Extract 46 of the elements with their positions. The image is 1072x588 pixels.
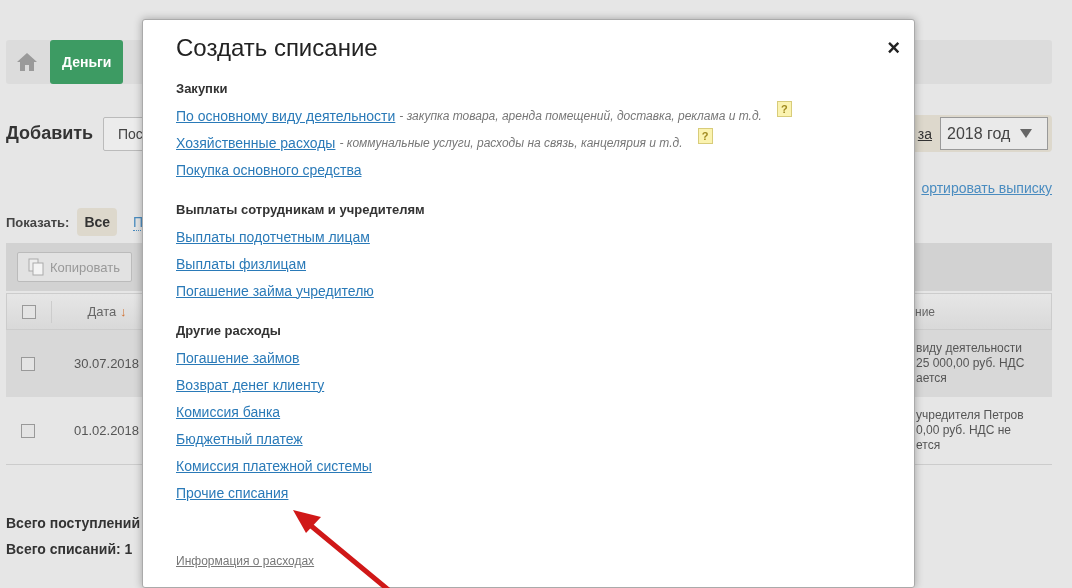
- copy-icon: [28, 258, 44, 276]
- description-text: 0,00 руб. НДС не: [916, 423, 1012, 438]
- select-all-checkbox[interactable]: [22, 304, 36, 319]
- category-note: - закупка товара, аренда помещений, доставка, реклама и т.д.: [399, 108, 762, 123]
- home-icon[interactable]: [16, 52, 38, 72]
- section-heading: Другие расходы: [176, 323, 282, 340]
- category-link[interactable]: Погашение займов: [176, 349, 300, 366]
- period-link[interactable]: за: [917, 125, 932, 142]
- export-link[interactable]: ортировать выписку: [921, 180, 1052, 196]
- total-label: Всего поступлений: [6, 515, 141, 531]
- description-text: ается: [916, 371, 948, 386]
- section-heading: Выплаты сотрудникам и учредителям: [176, 202, 426, 219]
- row-checkbox[interactable]: [21, 423, 35, 438]
- description-text: ется: [916, 438, 942, 453]
- close-button[interactable]: ×: [887, 38, 900, 58]
- date-cell-text: 30.07.2018: [73, 356, 141, 371]
- date-cell-text: 01.02.2018: [73, 423, 141, 438]
- help-icon[interactable]: ?: [776, 101, 792, 117]
- filter-tab[interactable]: Все: [77, 208, 118, 236]
- show-label: Показать:: [6, 214, 70, 230]
- row-checkbox[interactable]: [21, 356, 35, 371]
- column-header: ние: [915, 304, 936, 319]
- help-icon[interactable]: ?: [697, 128, 713, 144]
- info-link[interactable]: Информация о расходах: [176, 554, 315, 568]
- category-link[interactable]: Выплаты подотчетным лицам: [176, 228, 370, 245]
- category-link[interactable]: Выплаты физлицам: [176, 255, 306, 272]
- description-text: учредителя Петров: [916, 408, 1025, 423]
- category-link[interactable]: Бюджетный платеж: [176, 430, 303, 447]
- year-select[interactable]: 2018 год: [940, 117, 1048, 150]
- dialog-title: Создать списание: [176, 34, 379, 63]
- category-link[interactable]: Погашение займа учредителю: [176, 282, 374, 299]
- category-link[interactable]: Комиссия банка: [176, 403, 281, 420]
- money-tab[interactable]: Деньги: [50, 40, 124, 84]
- category-link[interactable]: По основному виду деятельности: [176, 107, 396, 124]
- category-note: - коммунальные услуги, расходы на связь, канцелярия и т.д.: [339, 135, 683, 150]
- add-label: Добавить: [6, 123, 95, 144]
- category-link[interactable]: Покупка основного средства: [176, 161, 362, 178]
- category-link[interactable]: Возврат денег клиенту: [176, 376, 325, 393]
- description-text: виду деятельности: [916, 341, 1023, 356]
- category-link[interactable]: Хозяйственные расходы: [176, 134, 336, 151]
- description-text: 25 000,00 руб. НДС: [916, 356, 1026, 371]
- total-label: Всего списаний: 1: [6, 541, 134, 557]
- section-heading: Закупки: [176, 81, 229, 98]
- category-link[interactable]: Прочие списания: [176, 484, 289, 501]
- category-link[interactable]: Комиссия платежной системы: [176, 457, 372, 474]
- caret-icon: [1020, 129, 1033, 138]
